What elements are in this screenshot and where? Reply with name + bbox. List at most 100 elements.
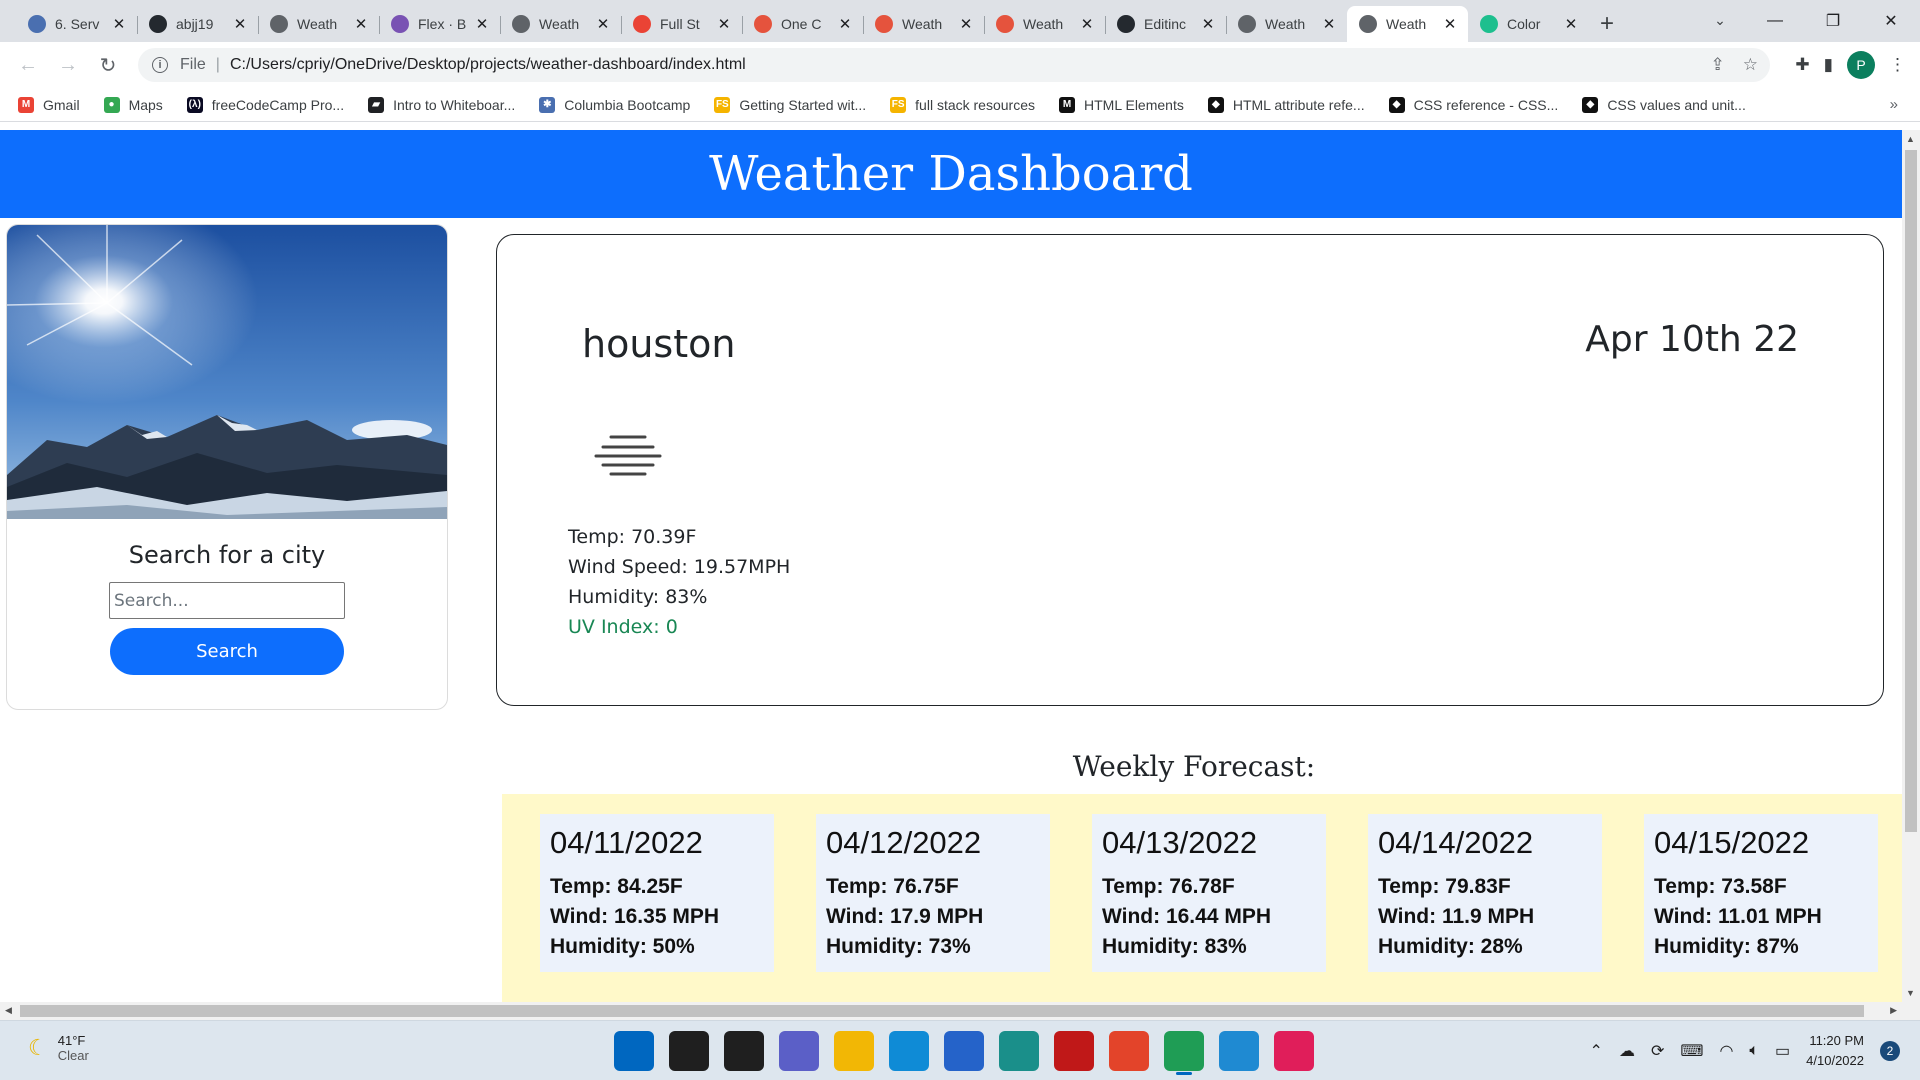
browser-tab[interactable]: 6. Serv ✕: [16, 6, 137, 42]
close-tab-icon[interactable]: ✕: [958, 15, 974, 33]
horizontal-scroll-thumb[interactable]: [20, 1005, 1864, 1017]
restore-icon[interactable]: ❐: [1804, 0, 1862, 42]
bookmark-label: CSS reference - CSS...: [1413, 96, 1559, 113]
forecast-date: 04/11/2022: [550, 825, 703, 860]
battery-icon[interactable]: ▭: [1775, 1041, 1790, 1061]
slack-icon[interactable]: [1274, 1031, 1314, 1071]
forward-icon[interactable]: →: [48, 47, 88, 83]
sync-icon[interactable]: ⟳: [1651, 1041, 1664, 1061]
browser-tab[interactable]: Weath ✕: [258, 6, 379, 42]
browser-tab[interactable]: One C ✕: [742, 6, 863, 42]
clock[interactable]: 11:20 PM 4/10/2022: [1806, 1031, 1864, 1071]
browser-tab[interactable]: Color ✕: [1468, 6, 1589, 42]
share-icon[interactable]: ⇪: [1711, 55, 1725, 75]
back-icon[interactable]: ←: [8, 47, 48, 83]
close-tab-icon[interactable]: ✕: [232, 15, 248, 33]
reload-icon[interactable]: ↻: [88, 47, 128, 83]
bootstrap-icon: [391, 15, 409, 33]
browser-tab[interactable]: Weath ✕: [1347, 6, 1468, 42]
bookmark-item[interactable]: FS full stack resources: [890, 96, 1035, 113]
close-tab-icon[interactable]: ✕: [1200, 15, 1216, 33]
bookmark-item[interactable]: ◆ CSS reference - CSS...: [1388, 96, 1559, 113]
close-tab-icon[interactable]: ✕: [353, 15, 369, 33]
horizontal-scrollbar[interactable]: ◀ ▶: [0, 1002, 1920, 1020]
mcafee-icon[interactable]: [1054, 1031, 1094, 1071]
address-bar[interactable]: i File | C:/Users/cpriy/OneDrive/Desktop…: [138, 48, 1770, 82]
bookmark-item[interactable]: M Gmail: [18, 96, 80, 113]
show-hidden-icons-icon[interactable]: ⌃: [1590, 1041, 1603, 1061]
office-icon[interactable]: [1109, 1031, 1149, 1071]
new-tab-button[interactable]: +: [1589, 6, 1625, 42]
side-panel-icon[interactable]: ▮: [1824, 55, 1833, 75]
browser-tab[interactable]: Weath ✕: [863, 6, 984, 42]
close-tab-icon[interactable]: ✕: [837, 15, 853, 33]
minimize-icon[interactable]: —: [1746, 0, 1804, 42]
browser-tab[interactable]: Flex · B ✕: [379, 6, 500, 42]
profile-avatar[interactable]: P: [1847, 51, 1875, 79]
scroll-up-icon[interactable]: ▲: [1906, 134, 1915, 144]
vscode-icon[interactable]: [1219, 1031, 1259, 1071]
close-tab-icon[interactable]: ✕: [1321, 15, 1337, 33]
vertical-scroll-thumb[interactable]: [1905, 150, 1917, 832]
search-button[interactable]: Search: [110, 628, 344, 675]
chat-icon[interactable]: [779, 1031, 819, 1071]
edge-icon[interactable]: [889, 1031, 929, 1071]
site-info-icon[interactable]: i: [152, 57, 168, 73]
current-uv-index: UV Index: 0: [568, 616, 678, 638]
bookmark-item[interactable]: ● Maps: [103, 96, 163, 113]
close-tab-icon[interactable]: ✕: [1563, 15, 1579, 33]
notification-badge[interactable]: 2: [1880, 1041, 1900, 1061]
onedrive-icon[interactable]: ☁: [1619, 1041, 1635, 1061]
bookmark-item[interactable]: ◆ HTML attribute refe...: [1207, 96, 1365, 113]
browser-tab[interactable]: Weath ✕: [1226, 6, 1347, 42]
close-tab-icon[interactable]: ✕: [716, 15, 732, 33]
tab-title: Weath: [1265, 16, 1306, 32]
bookmark-item[interactable]: M HTML Elements: [1059, 96, 1184, 113]
city-search-input[interactable]: [109, 582, 345, 619]
globe-icon: [512, 15, 530, 33]
bookmark-item[interactable]: (λ) freeCodeCamp Pro...: [186, 96, 344, 113]
browser-tab[interactable]: Editinc ✕: [1105, 6, 1226, 42]
tab-title: Flex · B: [418, 16, 467, 32]
tab-title: Weath: [539, 16, 580, 32]
bookmark-item[interactable]: ▰ Intro to Whiteboar...: [368, 96, 515, 113]
browser-tab[interactable]: Weath ✕: [500, 6, 621, 42]
keyboard-icon[interactable]: ⌨: [1680, 1041, 1703, 1061]
scroll-right-icon[interactable]: ▶: [1890, 1005, 1897, 1016]
bookmark-item[interactable]: FS Getting Started wit...: [714, 96, 866, 113]
store-icon[interactable]: [944, 1031, 984, 1071]
close-tab-icon[interactable]: ✕: [595, 15, 611, 33]
close-tab-icon[interactable]: ✕: [111, 15, 127, 33]
browser-tab[interactable]: abjj19 ✕: [137, 6, 258, 42]
bookmark-star-icon[interactable]: ☆: [1743, 55, 1758, 75]
search-icon[interactable]: [669, 1031, 709, 1071]
tab-strip: 6. Serv ✕ abjj19 ✕ Weath ✕ Flex · B ✕ We…: [0, 0, 1920, 42]
browser-tab[interactable]: Weath ✕: [984, 6, 1105, 42]
weather-widget[interactable]: ☾ 41°F Clear: [28, 1033, 89, 1063]
extensions-icon[interactable]: ✚: [1795, 55, 1809, 75]
chrome-icon[interactable]: [1164, 1031, 1204, 1075]
bookmark-item[interactable]: ◆ CSS values and unit...: [1582, 96, 1746, 113]
widget-desc: Clear: [57, 1048, 89, 1063]
close-tab-icon[interactable]: ✕: [474, 15, 490, 33]
start-icon[interactable]: [614, 1031, 654, 1071]
app-icon[interactable]: [999, 1031, 1039, 1071]
task-view-icon[interactable]: [724, 1031, 764, 1071]
file-explorer-icon[interactable]: [834, 1031, 874, 1071]
url-text[interactable]: C:/Users/cpriy/OneDrive/Desktop/projects…: [230, 56, 746, 74]
volume-icon[interactable]: 🔈︎: [1749, 1042, 1759, 1060]
close-tab-icon[interactable]: ✕: [1442, 15, 1458, 33]
tab-title: Editinc: [1144, 16, 1187, 32]
close-tab-icon[interactable]: ✕: [1079, 15, 1095, 33]
wifi-icon[interactable]: ◠: [1719, 1041, 1733, 1061]
scroll-left-icon[interactable]: ◀: [5, 1005, 12, 1016]
vertical-scrollbar[interactable]: ▲ ▼: [1902, 130, 1920, 1002]
browser-tab[interactable]: Full St ✕: [621, 6, 742, 42]
tab-search-icon[interactable]: ⌄: [1706, 6, 1734, 34]
current-date: Apr 10th 22: [1585, 319, 1799, 360]
scroll-down-icon[interactable]: ▼: [1906, 988, 1915, 998]
menu-icon[interactable]: ⋮: [1889, 55, 1906, 75]
close-window-icon[interactable]: ✕: [1862, 0, 1920, 42]
more-bookmarks-icon[interactable]: »: [1890, 96, 1898, 113]
bookmark-item[interactable]: ✱ Columbia Bootcamp: [539, 96, 690, 113]
